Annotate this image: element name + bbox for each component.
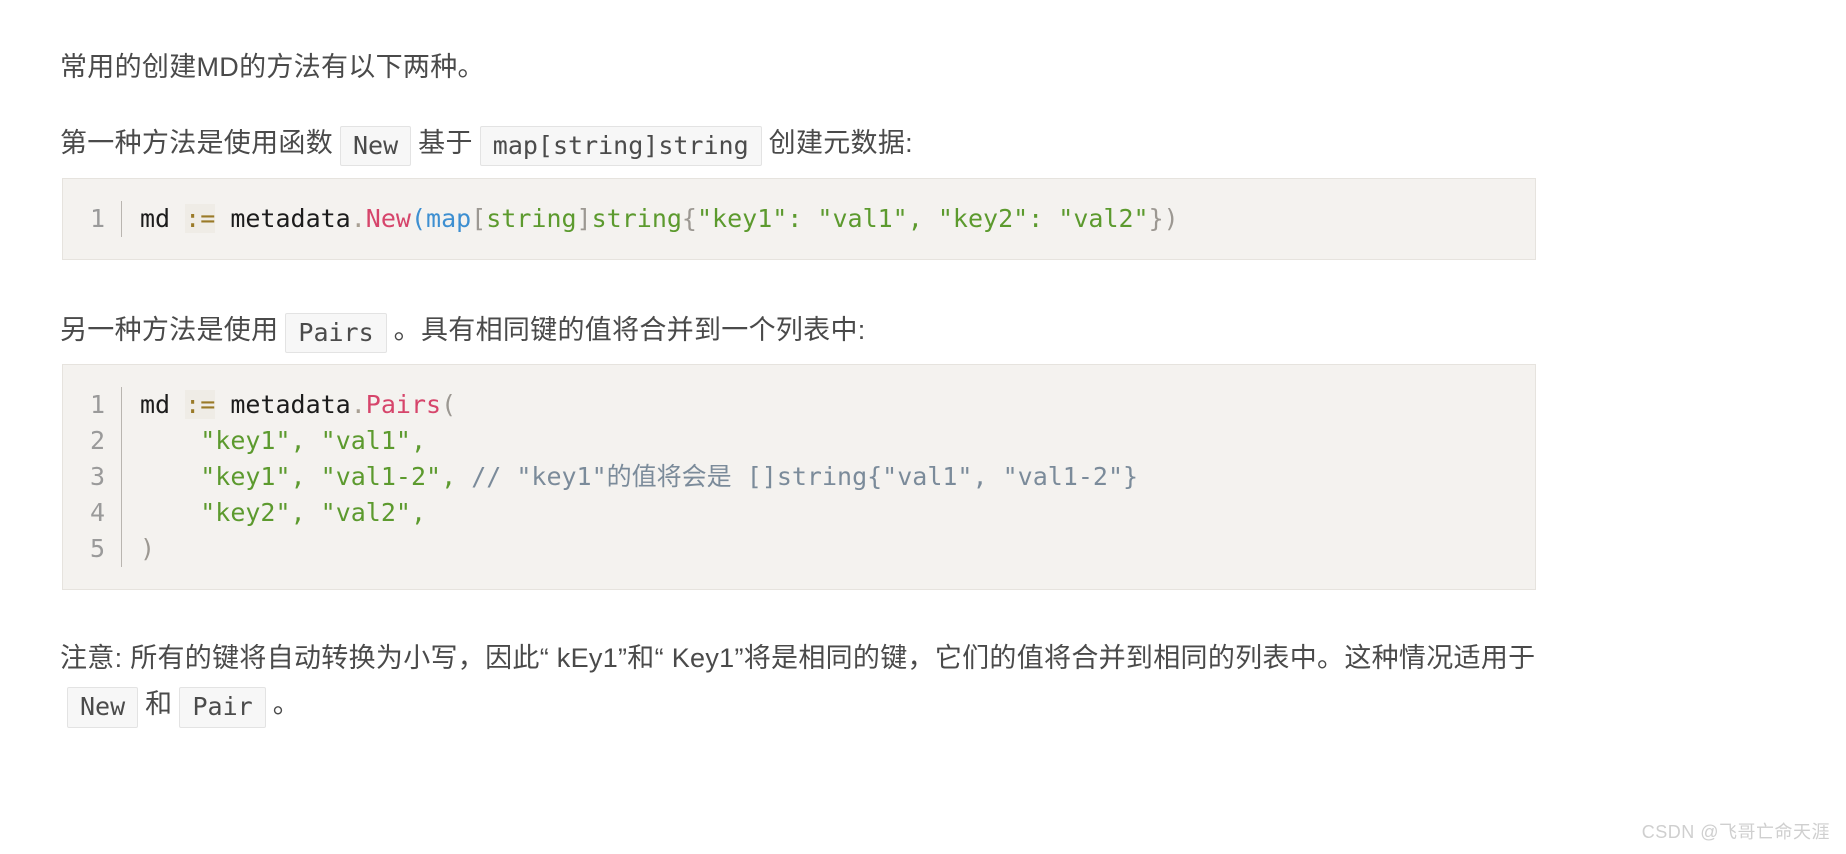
code-token: string: [486, 204, 577, 233]
code-token: }: [1148, 204, 1164, 233]
code-token: "val1-2": [320, 462, 442, 491]
code-token: metadata: [215, 390, 351, 419]
code-token: .: [350, 204, 366, 233]
code-token: "key2": [937, 204, 1029, 233]
code-token: "key1": [200, 462, 291, 491]
code-line: 2 "key1", "val1",: [63, 423, 1535, 459]
article-content: 常用的创建MD的方法有以下两种。 第一种方法是使用函数 New 基于 map[stri…: [0, 0, 1846, 854]
second-method-paragraph: 另一种方法是使用 Pairs 。具有相同键的值将合并到一个列表中:: [60, 310, 866, 354]
code-token: map: [426, 204, 472, 233]
first-method-text-part3: 创建元数据:: [768, 128, 913, 158]
code-token: md: [140, 390, 186, 419]
first-method-text-part1: 第一种方法是使用函数: [60, 128, 333, 158]
code-token: "val1": [817, 204, 908, 233]
inline-code-new-note: New: [67, 687, 139, 728]
gutter-divider: [121, 423, 122, 459]
code-token: "key1": [696, 204, 788, 233]
first-method-paragraph: 第一种方法是使用函数 New 基于 map[string]string 创建元数据:: [60, 123, 913, 167]
code-token: ,: [441, 462, 457, 491]
note-text-part3: 。: [272, 689, 300, 720]
code-token: metadata: [215, 204, 351, 233]
gutter-divider: [121, 459, 122, 495]
code-line: 3 "key1", "val1-2", // "key1"的值将会是 []str…: [63, 459, 1535, 495]
code-line: 5 ): [63, 531, 1535, 567]
second-method-text-part2: 。具有相同键的值将合并到一个列表中:: [393, 315, 866, 345]
first-method-text-part2: 基于: [418, 128, 473, 158]
inline-code-pairs: Pairs: [285, 313, 387, 354]
code-token: [: [471, 204, 487, 233]
code-line-content: "key1", "val1",: [140, 423, 1535, 459]
intro-paragraph: 常用的创建MD的方法有以下两种。: [60, 52, 485, 82]
code-line: 1 md := metadata.New(map[string]string{"…: [63, 201, 1535, 237]
code-token: "key2": [200, 498, 291, 527]
line-number: 3: [89, 462, 105, 491]
code-token: md: [140, 204, 186, 233]
code-token: ,: [410, 498, 427, 527]
code-token: "val2": [320, 498, 411, 527]
code-token: ): [140, 534, 156, 563]
code-line-content: "key1", "val1-2", // "key1"的值将会是 []strin…: [140, 459, 1535, 495]
gutter-divider: [121, 531, 122, 567]
code-token: (: [410, 204, 427, 233]
inline-code-new: New: [340, 126, 412, 167]
code-token: {: [681, 204, 697, 233]
code-block-new: 1 md := metadata.New(map[string]string{"…: [62, 178, 1536, 260]
line-number: 1: [89, 204, 105, 233]
code-comment: // "key1"的值将会是 []string{"val1", "val1-2"…: [471, 462, 1139, 491]
code-token: "val1": [320, 426, 411, 455]
code-token: ,: [410, 426, 427, 455]
code-token: ,: [290, 462, 306, 491]
line-number: 1: [89, 390, 105, 419]
line-number: 5: [89, 534, 105, 563]
code-line-content: md := metadata.Pairs(: [140, 387, 1535, 423]
code-token: ,: [907, 204, 923, 233]
code-token: "val2": [1058, 204, 1149, 233]
note-text-part2: 和: [145, 689, 173, 720]
inline-code-map-string-string: map[string]string: [479, 126, 762, 167]
code-line: 1 md := metadata.Pairs(: [63, 387, 1535, 423]
code-token: New: [365, 204, 411, 233]
line-number: 4: [89, 498, 105, 527]
second-method-text-part1: 另一种方法是使用: [60, 315, 279, 345]
code-token: :=: [185, 390, 216, 419]
code-line-content: ): [140, 531, 1535, 567]
inline-code-pair: Pair: [179, 687, 266, 728]
gutter-divider: [121, 387, 122, 423]
code-token: (: [441, 390, 457, 419]
code-token: :: [1028, 204, 1044, 233]
note-paragraph: 注意: 所有的键将自动转换为小写，因此“ kEy1”和“ Key1”将是相同的键…: [60, 635, 1540, 728]
code-token: :=: [185, 204, 216, 233]
code-token: :: [787, 204, 803, 233]
gutter-divider: [121, 201, 122, 237]
code-token: ]: [576, 204, 592, 233]
gutter-divider: [121, 495, 122, 531]
code-token: string: [591, 204, 682, 233]
code-token: ,: [290, 498, 306, 527]
code-line: 4 "key2", "val2",: [63, 495, 1535, 531]
code-token: ): [1163, 204, 1179, 233]
code-token: Pairs: [365, 390, 442, 419]
line-number: 2: [89, 426, 105, 455]
code-block-pairs: 1 md := metadata.Pairs( 2 "key1", "val1"…: [62, 364, 1536, 590]
code-token: ,: [290, 426, 306, 455]
csdn-watermark: CSDN @飞哥亡命天涯: [1641, 822, 1830, 842]
code-line-content: md := metadata.New(map[string]string{"ke…: [140, 201, 1535, 237]
note-text-part1: 注意: 所有的键将自动转换为小写，因此“ kEy1”和“ Key1”将是相同的键…: [60, 643, 1536, 673]
code-token: .: [350, 390, 366, 419]
code-token: "key1": [200, 426, 291, 455]
code-line-content: "key2", "val2",: [140, 495, 1535, 531]
